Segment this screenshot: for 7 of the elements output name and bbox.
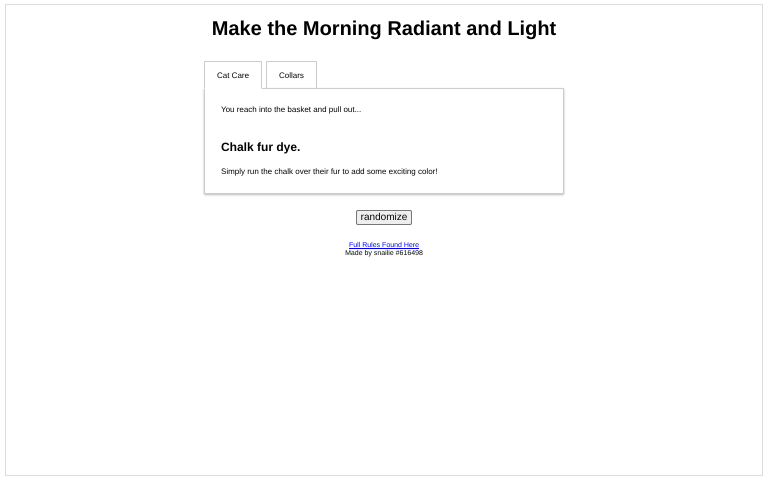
item-description: Simply run the chalk over their fur to add some exciting color! bbox=[221, 167, 439, 176]
randomize-button[interactable]: randomize bbox=[356, 210, 412, 225]
intro-text: You reach into the basket and pull out... bbox=[221, 105, 362, 114]
tab[interactable]: Collars bbox=[266, 61, 317, 89]
tab[interactable]: Cat Care bbox=[204, 61, 262, 89]
item-title: Chalk fur dye. bbox=[221, 140, 302, 154]
page-title: Make the Morning Radiant and Light bbox=[212, 17, 556, 41]
